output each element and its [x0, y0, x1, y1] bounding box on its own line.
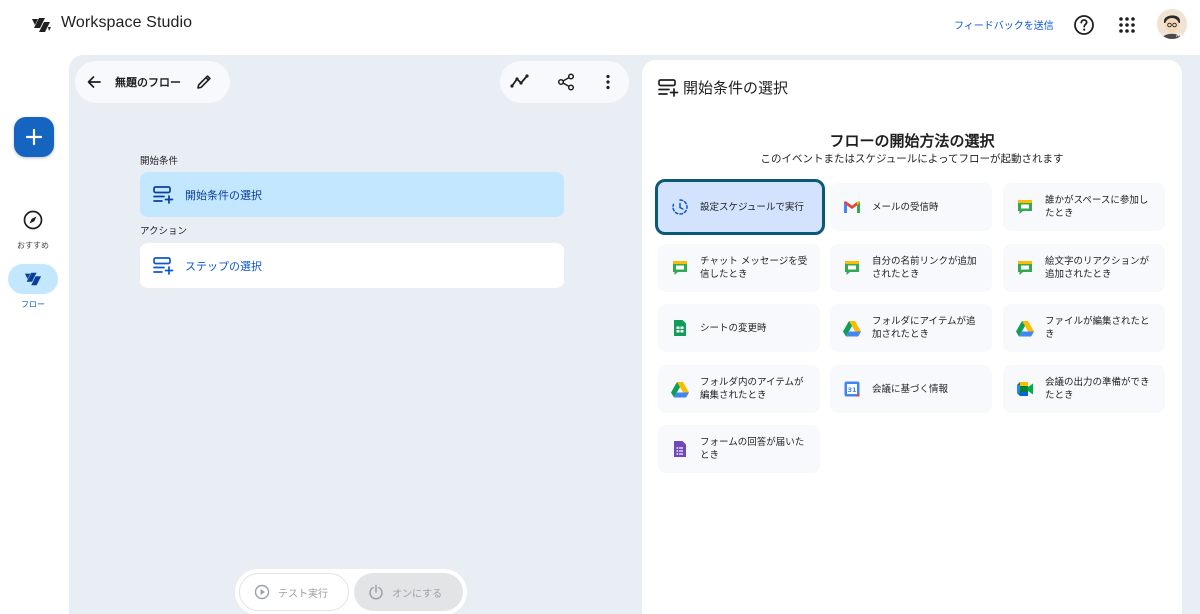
plus-icon: [25, 128, 43, 146]
trigger-option[interactable]: メールの受信時: [830, 183, 992, 231]
start-section-label: 開始条件: [140, 156, 179, 167]
avatar[interactable]: AI: [1157, 9, 1187, 39]
meet-icon: [1017, 382, 1033, 396]
svg-text:31: 31: [847, 386, 857, 394]
chat-icon: [1018, 261, 1032, 275]
top-bar: Workspace Studio フィードバックを送信 AI: [0, 0, 1200, 52]
panel-title: 開始条件の選択: [683, 79, 789, 97]
test-run-label: テスト実行: [278, 588, 328, 600]
test-run-button[interactable]: テスト実行: [239, 573, 349, 611]
drive-icon: [671, 382, 689, 398]
trigger-label: 自分の名前リンクが追加されたとき: [872, 256, 977, 280]
forms-icon: [674, 441, 686, 457]
power-icon: [369, 584, 383, 600]
flow-icon: [24, 272, 42, 286]
action-step[interactable]: ステップの選択: [140, 243, 564, 288]
trigger-label: フォルダ内のアイテムが編集されたとき: [700, 377, 804, 401]
trigger-option[interactable]: シートの変更時: [658, 304, 820, 352]
trigger-option[interactable]: 31 会議に基づく情報: [830, 365, 992, 413]
trigger-option[interactable]: 誰かがスペースに参加したとき: [1003, 183, 1165, 231]
trigger-label: メールの受信時: [872, 201, 939, 213]
create-flow-button[interactable]: [14, 117, 54, 157]
drive-icon: [843, 321, 861, 337]
flow-canvas: 無題のフロー 開始条件 開始条件の選択 アクション ステップの選択 テスト実行 …: [69, 55, 641, 614]
action-step-label: ステップの選択: [185, 259, 262, 273]
trigger-option[interactable]: 設定スケジュールで実行: [655, 179, 825, 235]
trigger-label: 会議の出力の準備ができたとき: [1045, 377, 1150, 401]
share-icon[interactable]: [556, 72, 576, 92]
play-circle-icon: [254, 584, 270, 600]
trigger-label: 設定スケジュールで実行: [700, 201, 804, 213]
trigger-option[interactable]: 絵文字のリアクションが追加されたとき: [1003, 244, 1165, 292]
panel-subheading: このイベントまたはスケジュールによってフローが起動されます: [760, 153, 1064, 165]
canvas-toolbar: [500, 61, 629, 103]
flow-name[interactable]: 無題のフロー: [115, 74, 181, 90]
step-add-icon: [153, 256, 174, 275]
compass-icon: [23, 210, 43, 230]
drive-icon: [1016, 321, 1034, 337]
chat-icon: [673, 261, 687, 275]
start-step-label: 開始条件の選択: [185, 188, 262, 202]
trigger-option[interactable]: フォルダ内のアイテムが編集されたとき: [658, 365, 820, 413]
edit-pencil-icon[interactable]: [195, 73, 213, 91]
trigger-option[interactable]: フォルダにアイテムが追加されたとき: [830, 304, 992, 352]
trigger-label: フォルダにアイテムが追加されたとき: [872, 316, 976, 340]
app-title: Workspace Studio: [61, 14, 193, 31]
calendar-icon: 31: [844, 381, 860, 397]
trigger-label: シートの変更時: [700, 322, 767, 334]
trigger-label: ファイルが編集されたとき: [1045, 316, 1150, 340]
workspace-studio-logo-icon: [32, 18, 51, 32]
turn-on-button[interactable]: オンにする: [354, 573, 463, 611]
trigger-option[interactable]: フォームの回答が届いたとき: [658, 425, 820, 473]
turn-on-label: オンにする: [392, 588, 443, 600]
apps-grid-icon[interactable]: [1117, 15, 1137, 35]
feedback-link[interactable]: フィードバックを送信: [954, 17, 1054, 32]
chat-icon: [1018, 200, 1032, 214]
trigger-option[interactable]: 会議の出力の準備ができたとき: [1003, 365, 1165, 413]
chat-icon: [845, 261, 859, 275]
trigger-label: 会議に基づく情報: [872, 383, 949, 395]
schedule-icon: [672, 199, 688, 215]
rail-item-recommend[interactable]: おすすめ: [0, 205, 66, 251]
rail-label-flow: フロー: [21, 300, 45, 309]
flow-title-bar: 無題のフロー: [75, 61, 230, 103]
avatar-illustration-icon: AI: [1157, 9, 1187, 39]
trigger-option[interactable]: ファイルが編集されたとき: [1003, 304, 1165, 352]
avatar-text: AI: [1176, 33, 1181, 39]
trigger-label: 絵文字のリアクションが追加されたとき: [1045, 256, 1150, 280]
run-controls: テスト実行 オンにする: [235, 569, 467, 614]
panel-heading: フローの開始方法の選択: [829, 132, 995, 150]
trigger-label: チャット メッセージを受信したとき: [700, 256, 808, 280]
activity-chart-icon[interactable]: [510, 72, 530, 92]
step-add-icon: [658, 79, 679, 97]
rail-item-flow[interactable]: フロー: [0, 264, 66, 310]
sheets-icon: [674, 320, 686, 336]
back-arrow-icon[interactable]: [85, 73, 103, 91]
trigger-label: フォームの回答が届いたとき: [700, 437, 805, 461]
more-vert-icon[interactable]: [598, 72, 618, 92]
trigger-panel: 開始条件の選択 フローの開始方法の選択 このイベントまたはスケジュールによってフ…: [642, 60, 1182, 614]
rail-label-recommend: おすすめ: [17, 241, 49, 250]
step-add-icon: [153, 185, 174, 204]
trigger-label: 誰かがスペースに参加したとき: [1045, 195, 1149, 219]
trigger-option[interactable]: チャット メッセージを受信したとき: [658, 244, 820, 292]
action-section-label: アクション: [140, 226, 188, 237]
help-icon[interactable]: [1073, 14, 1095, 36]
start-condition-step[interactable]: 開始条件の選択: [140, 172, 564, 217]
gmail-icon: [844, 201, 860, 213]
trigger-option[interactable]: 自分の名前リンクが追加されたとき: [830, 244, 992, 292]
